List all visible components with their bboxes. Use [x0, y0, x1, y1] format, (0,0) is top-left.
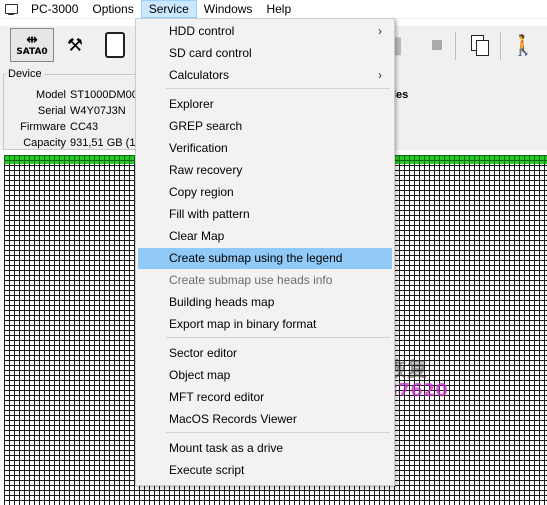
- disk-icon: [105, 32, 125, 58]
- menu-item-label: Raw recovery: [169, 163, 243, 177]
- menu-item-mft-record-editor[interactable]: MFT record editor: [138, 387, 392, 408]
- serial-label: Serial: [37, 105, 66, 117]
- chevron-right-icon: ›: [378, 68, 382, 82]
- menu-item-label: Create submap using the legend: [169, 251, 343, 265]
- menu-options[interactable]: Options: [85, 0, 140, 18]
- menu-item-label: HDD control: [169, 24, 235, 38]
- menu-item-explorer[interactable]: Explorer: [138, 94, 392, 115]
- menu-item-object-map[interactable]: Object map: [138, 365, 392, 386]
- app-icon[interactable]: [4, 3, 18, 15]
- menu-item-label: Sector editor: [169, 346, 238, 360]
- device-firmware-row: Firmware CC43: [4, 121, 142, 137]
- menu-separator: [166, 337, 390, 338]
- menu-item-fill-with-pattern[interactable]: Fill with pattern: [138, 204, 392, 225]
- tools-icon: ⚒: [66, 34, 84, 55]
- menu-item-label: Mount task as a drive: [169, 441, 284, 455]
- menu-item-building-heads-map[interactable]: Building heads map: [138, 292, 392, 313]
- exit-icon: 🚶: [510, 34, 536, 57]
- menu-item-raw-recovery[interactable]: Raw recovery: [138, 160, 392, 181]
- copy-button[interactable]: [465, 30, 495, 60]
- panel-title-fragment: les: [393, 89, 409, 101]
- menu-pc3000[interactable]: PC-3000: [24, 0, 85, 18]
- menu-item-grep-search[interactable]: GREP search: [138, 116, 392, 137]
- capacity-value: 931,51 GB (1: [70, 137, 136, 149]
- model-value: ST1000DM00: [70, 89, 138, 101]
- menu-bar: PC-3000 Options Service Windows Help: [0, 0, 547, 19]
- menu-item-calculators[interactable]: Calculators ›: [138, 65, 392, 86]
- device-group: Model ST1000DM00 Serial W4Y07J3N Firmwar…: [3, 74, 145, 150]
- device-serial-row: Serial W4Y07J3N: [4, 105, 142, 121]
- menu-windows[interactable]: Windows: [197, 0, 260, 18]
- menu-item-mount-task-as-a-drive[interactable]: Mount task as a drive: [138, 438, 392, 459]
- menu-item-label: Execute script: [169, 463, 245, 477]
- tools-button[interactable]: ⚒: [60, 30, 90, 60]
- menu-item-export-map-in-binary-format[interactable]: Export map in binary format: [138, 314, 392, 335]
- menu-item-label: Clear Map: [169, 229, 225, 243]
- menu-help[interactable]: Help: [259, 0, 298, 18]
- menu-item-label: Copy region: [169, 185, 234, 199]
- device-legend: Device: [6, 68, 44, 80]
- menu-item-create-submap-use-heads-info: Create submap use heads info: [138, 270, 392, 291]
- menu-item-sd-card-control[interactable]: SD card control: [138, 43, 392, 64]
- menu-item-macos-records-viewer[interactable]: MacOS Records Viewer: [138, 409, 392, 430]
- menu-item-label: Create submap use heads info: [169, 273, 333, 287]
- device-model-row: Model ST1000DM00: [4, 89, 142, 105]
- menu-item-label: SD card control: [169, 46, 252, 60]
- menu-item-label: Object map: [169, 368, 231, 382]
- menu-separator: [166, 432, 390, 433]
- menu-separator: [166, 88, 390, 89]
- menu-item-create-submap-using-the-legend[interactable]: Create submap using the legend: [138, 248, 392, 269]
- stop-icon: [432, 40, 442, 50]
- copy-icon: [471, 35, 489, 56]
- chevron-right-icon: ›: [378, 24, 382, 38]
- menu-item-label: Calculators: [169, 68, 230, 82]
- model-label: Model: [36, 89, 66, 101]
- menu-service[interactable]: Service: [140, 0, 197, 18]
- menu-item-label: MFT record editor: [169, 390, 265, 404]
- toolbar-separator: [500, 32, 501, 60]
- menu-item-verification[interactable]: Verification: [138, 138, 392, 159]
- menu-item-label: Export map in binary format: [169, 317, 317, 331]
- sata-label: SATA0: [16, 47, 48, 57]
- menu-item-copy-region[interactable]: Copy region: [138, 182, 392, 203]
- firmware-label: Firmware: [20, 121, 66, 133]
- exit-button[interactable]: 🚶: [508, 30, 538, 60]
- menu-item-label: GREP search: [169, 119, 243, 133]
- sata-port-button[interactable]: ⇹ SATA0: [10, 28, 54, 62]
- menu-item-clear-map[interactable]: Clear Map: [138, 226, 392, 247]
- sata-icon: ⇹: [26, 32, 38, 48]
- disk-button[interactable]: [100, 30, 130, 60]
- toolbar-separator: [455, 32, 456, 60]
- menu-item-label: MacOS Records Viewer: [169, 412, 297, 426]
- menu-item-label: Verification: [169, 141, 228, 155]
- firmware-value: CC43: [70, 121, 99, 133]
- menu-item-label: Building heads map: [169, 295, 275, 309]
- stop-button[interactable]: [422, 30, 452, 60]
- capacity-label: Capacity: [23, 137, 66, 149]
- menu-item-sector-editor[interactable]: Sector editor: [138, 343, 392, 364]
- menu-item-label: Explorer: [169, 97, 214, 111]
- device-capacity-row: Capacity 931,51 GB (1: [4, 137, 142, 153]
- menu-item-execute-script[interactable]: Execute script: [138, 460, 392, 481]
- serial-value: W4Y07J3N: [70, 105, 126, 117]
- service-dropdown-menu: HDD control › SD card control Calculators › E…: [135, 18, 395, 486]
- menu-item-label: Fill with pattern: [169, 207, 250, 221]
- menu-item-hdd-control[interactable]: HDD control ›: [138, 21, 392, 42]
